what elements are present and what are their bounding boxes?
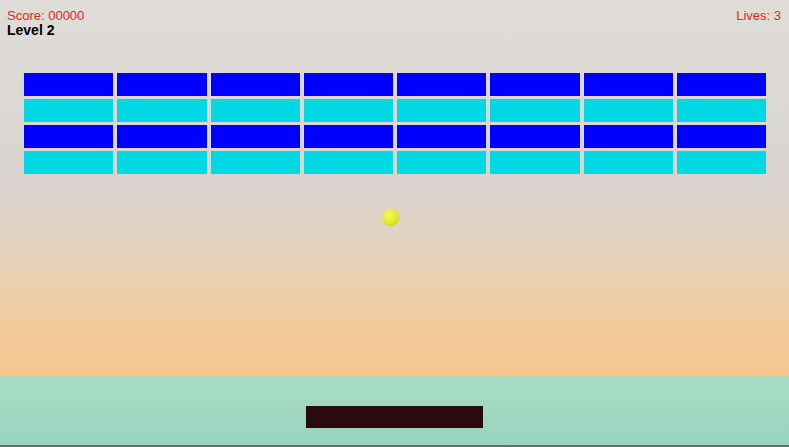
brick-grid xyxy=(24,73,766,174)
brick xyxy=(490,99,579,122)
brick xyxy=(24,73,113,96)
brick xyxy=(211,99,300,122)
brick xyxy=(397,99,486,122)
brick xyxy=(117,151,206,174)
brick xyxy=(117,125,206,148)
brick xyxy=(677,125,766,148)
brick xyxy=(397,73,486,96)
lives-label: Lives: 3 xyxy=(736,9,781,23)
brick xyxy=(490,73,579,96)
brick xyxy=(584,125,673,148)
brick xyxy=(584,73,673,96)
hud: Score: 00000 Lives: 3Level 2 xyxy=(0,0,789,37)
brick xyxy=(211,125,300,148)
brick xyxy=(24,99,113,122)
brick xyxy=(397,151,486,174)
score-label: Score: 00000 xyxy=(7,9,84,23)
game-screen: Score: 00000 Lives: 3Level 2 xyxy=(0,0,789,447)
brick xyxy=(211,151,300,174)
brick xyxy=(304,125,393,148)
brick xyxy=(584,151,673,174)
brick xyxy=(304,73,393,96)
level-label: Level 2 xyxy=(7,23,781,37)
brick xyxy=(211,73,300,96)
brick xyxy=(490,125,579,148)
brick xyxy=(397,125,486,148)
brick xyxy=(117,73,206,96)
brick xyxy=(677,151,766,174)
brick xyxy=(304,99,393,122)
brick xyxy=(117,99,206,122)
brick xyxy=(24,125,113,148)
brick xyxy=(677,73,766,96)
hud-row: Score: 00000 Lives: 3 xyxy=(7,9,781,23)
brick xyxy=(677,99,766,122)
brick xyxy=(490,151,579,174)
brick xyxy=(24,151,113,174)
ball xyxy=(382,209,399,226)
paddle[interactable] xyxy=(306,406,483,428)
brick xyxy=(304,151,393,174)
brick xyxy=(584,99,673,122)
